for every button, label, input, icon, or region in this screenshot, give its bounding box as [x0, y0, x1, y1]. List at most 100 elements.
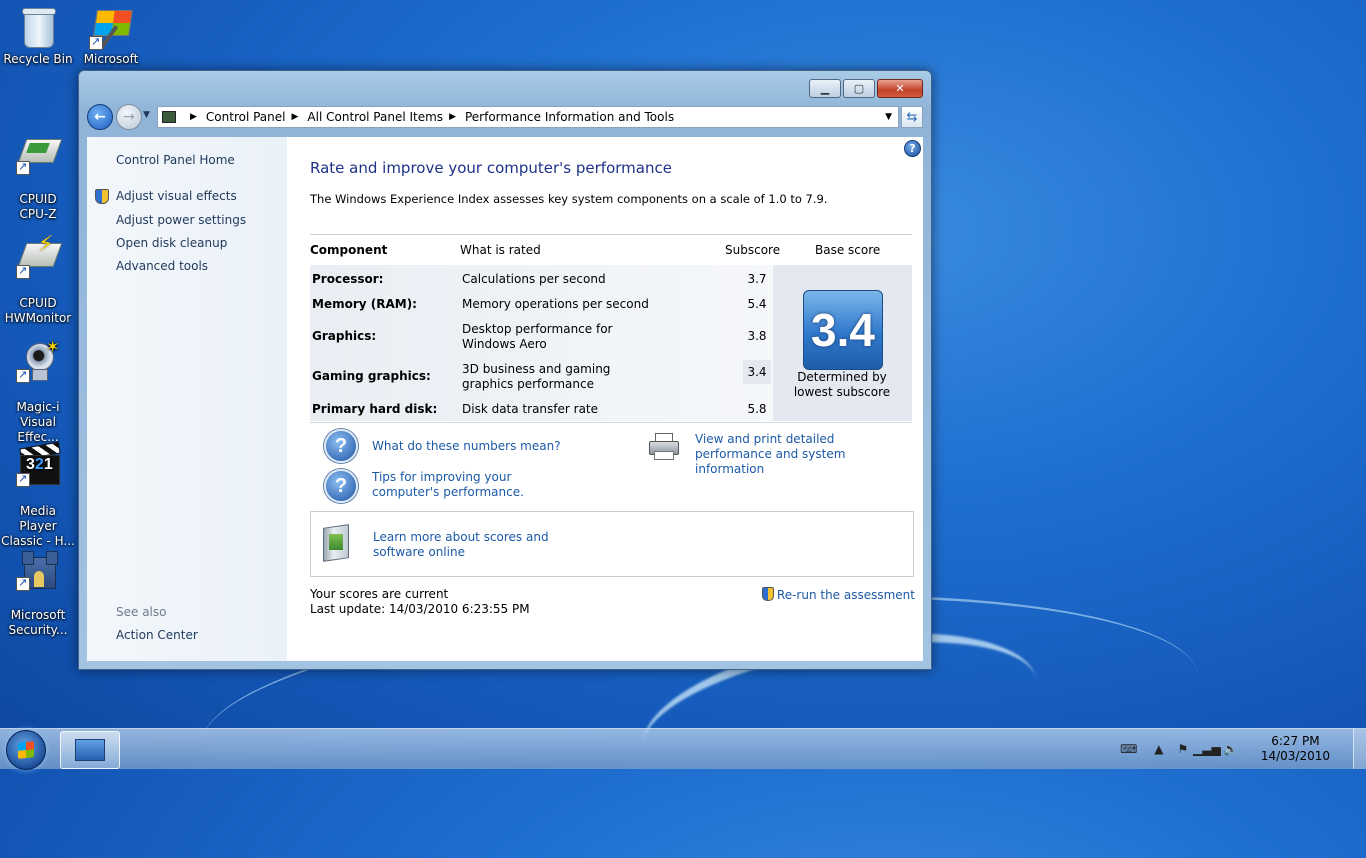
component-label: Primary hard disk: [312, 402, 438, 416]
network-icon[interactable]: ▁▃▅ [1193, 742, 1221, 756]
what-is-rated: Calculations per second [462, 272, 606, 286]
learn-more-online-link[interactable]: Learn more about scores and software onl… [373, 530, 593, 560]
what-is-rated: Memory operations per second [462, 297, 649, 311]
desktop-icon-label: CPUID CPU-Z [19, 192, 57, 221]
sidebar-adjust-visual-effects[interactable]: Adjust visual effects [116, 189, 237, 203]
control-panel-icon [75, 739, 105, 761]
rerun-assessment-label: Re-run the assessment [776, 588, 915, 602]
clock-date: 14/03/2010 [1260, 749, 1330, 763]
castle-icon [16, 547, 60, 591]
header-divider [310, 234, 912, 235]
desktop-icon-hwmonitor[interactable]: ⚡ CPUID HWMonitor [0, 220, 76, 341]
breadcrumb-chevron-icon[interactable]: ▶ [449, 112, 456, 122]
breadcrumb-current[interactable]: Performance Information and Tools [465, 110, 674, 124]
caption-buttons: ▁ ▢ ✕ [807, 79, 923, 98]
help-icon[interactable]: ? [904, 140, 921, 157]
what-do-numbers-mean-link[interactable]: What do these numbers mean? [372, 439, 561, 454]
windows-logo-icon [18, 741, 34, 759]
action-center-flag-icon[interactable]: ⚑ [1175, 742, 1191, 756]
shortcut-arrow-icon [16, 263, 30, 279]
sidebar-action-center[interactable]: Action Center [116, 628, 198, 642]
address-dropdown-icon[interactable]: ▼ [885, 112, 892, 122]
desktop-icon-label: Recycle Bin [3, 52, 73, 66]
clapperboard-icon: 321 [16, 441, 61, 487]
control-panel-icon [162, 111, 176, 123]
start-button[interactable] [6, 730, 46, 770]
breadcrumb-control-panel[interactable]: Control Panel [206, 110, 286, 124]
clock-time: 6:27 PM [1271, 734, 1320, 748]
desktop-icon-recycle-bin[interactable]: Recycle Bin [0, 6, 76, 67]
sidebar-adjust-power-settings[interactable]: Adjust power settings [116, 213, 246, 227]
volume-icon[interactable]: 🔈 [1223, 742, 1239, 756]
chip-icon [16, 131, 63, 175]
shortcut-arrow-icon [89, 34, 103, 50]
forward-button[interactable]: → [116, 104, 142, 130]
scores-current-text: Your scores are current [310, 587, 449, 601]
subscore: 3.7 [747, 272, 767, 286]
close-button[interactable]: ✕ [877, 79, 923, 98]
minimize-icon: ▁ [820, 82, 830, 95]
recent-pages-dropdown[interactable]: ▼ [143, 110, 150, 120]
subscore: 3.8 [747, 329, 767, 343]
keyboard-icon[interactable]: ⌨ [1120, 742, 1137, 756]
page-title: Rate and improve your computer's perform… [310, 159, 672, 177]
recycle-bin-icon [16, 6, 60, 50]
sidebar-control-panel-home[interactable]: Control Panel Home [116, 153, 235, 167]
question-icon: ? [324, 429, 358, 463]
desktop-icon-label: Microsoft Security... [8, 608, 68, 637]
breadcrumb-all-items[interactable]: All Control Panel Items [307, 110, 443, 124]
component-label: Graphics: [312, 329, 377, 343]
what-is-rated: 3D business and gaming graphics performa… [462, 362, 611, 391]
breadcrumb-chevron-icon[interactable]: ▶ [190, 112, 197, 122]
desktop-icon-microsoft[interactable]: Microsoft [73, 6, 149, 67]
what-is-rated: Desktop performance for Windows Aero [462, 322, 613, 351]
minimize-button[interactable]: ▁ [809, 79, 841, 98]
page-description: The Windows Experience Index assesses ke… [310, 192, 828, 206]
taskbar: ⌨ ▲ ⚑ ▁▃▅ 🔈 6:27 PM 14/03/2010 [0, 728, 1366, 770]
breadcrumb-chevron-icon[interactable]: ▶ [292, 112, 299, 122]
maximize-button[interactable]: ▢ [843, 79, 875, 98]
maximize-icon: ▢ [853, 82, 865, 95]
see-also-heading: See also [116, 605, 167, 619]
sidebar-open-disk-cleanup[interactable]: Open disk cleanup [116, 236, 227, 250]
sidebar: Control Panel Home Adjust visual effects… [87, 137, 287, 661]
back-button[interactable]: ← [87, 104, 113, 130]
table-divider [310, 422, 912, 423]
main-panel: ? Rate and improve your computer's perfo… [310, 137, 921, 661]
navigation-bar: ← → ▼ ▶ Control Panel ▶ All Control Pane… [87, 104, 923, 130]
subscore: 5.8 [747, 402, 767, 416]
window-content: Control Panel Home Adjust visual effects… [87, 137, 923, 661]
view-print-details-link[interactable]: View and print detailed performance and … [695, 432, 915, 477]
show-desktop-button[interactable] [1353, 729, 1366, 769]
what-is-rated: Disk data transfer rate [462, 402, 599, 416]
tips-improving-performance-link[interactable]: Tips for improving your computer's perfo… [372, 470, 582, 500]
taskbar-control-panel-button[interactable] [60, 731, 120, 769]
last-update-text: Last update: 14/03/2010 6:23:55 PM [310, 602, 530, 616]
learn-more-box: Learn more about scores and software onl… [310, 511, 914, 577]
desktop-icon-label: CPUID HWMonitor [4, 296, 72, 325]
column-header-subscore: Subscore [725, 243, 781, 257]
address-bar[interactable]: ▶ Control Panel ▶ All Control Panel Item… [157, 106, 899, 128]
desktop-icon-cpuz[interactable]: CPUID CPU-Z [0, 116, 76, 237]
close-icon: ✕ [895, 82, 905, 95]
desktop-icon-label: Microsoft [83, 52, 139, 66]
show-hidden-icons-chevron-icon[interactable]: ▲ [1151, 742, 1167, 756]
rerun-assessment-link[interactable]: Re-run the assessment [761, 587, 915, 602]
desktop-icon-microsoft-security[interactable]: Microsoft Security... [0, 532, 76, 653]
clock[interactable]: 6:27 PM 14/03/2010 [1261, 734, 1330, 764]
software-box-icon [319, 524, 355, 562]
base-score-badge: 3.4 [803, 290, 883, 370]
status-text: Your scores are current Last update: 14/… [310, 587, 530, 617]
component-label: Gaming graphics: [312, 369, 431, 383]
column-header-base-score: Base score [815, 243, 881, 257]
refresh-button[interactable]: ⇆ [901, 106, 923, 128]
subscore: 5.4 [747, 297, 767, 311]
chip-lightning-icon: ⚡ [16, 234, 63, 279]
shortcut-arrow-icon [16, 471, 30, 487]
column-header-component: Component [310, 243, 388, 257]
forward-arrow-icon: → [123, 109, 135, 125]
performance-window: ▁ ▢ ✕ ← → ▼ ▶ Control Panel ▶ All Contro… [78, 70, 932, 670]
sidebar-advanced-tools[interactable]: Advanced tools [116, 259, 208, 273]
question-icon: ? [324, 469, 358, 503]
column-header-what-is-rated: What is rated [460, 243, 541, 257]
